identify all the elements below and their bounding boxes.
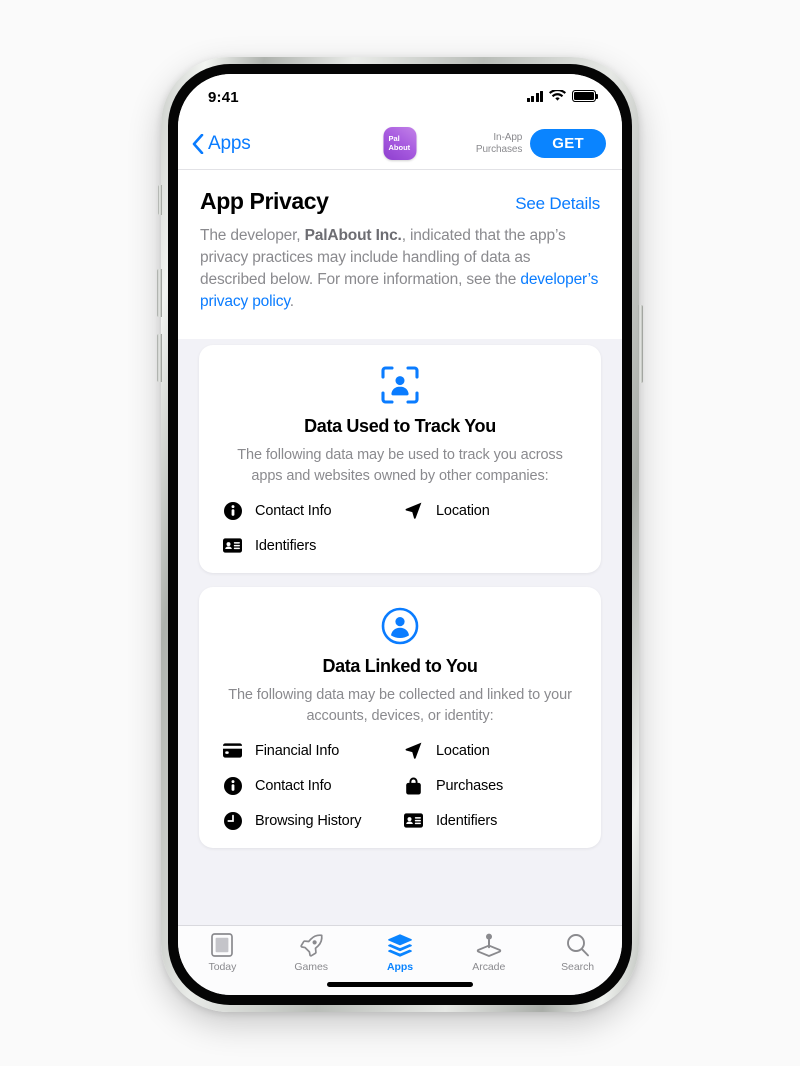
phone-frame: 9:41 Apps Pal About In-App Purchases GET… <box>157 57 643 1012</box>
search-icon <box>566 932 590 958</box>
today-document-icon <box>211 932 234 958</box>
data-item: Financial Info <box>223 741 404 760</box>
status-time: 9:41 <box>208 88 239 106</box>
data-item: Identifiers <box>223 536 404 555</box>
card-title: Data Linked to You <box>322 656 478 676</box>
info-circle-icon <box>223 501 242 520</box>
shopping-bag-icon <box>404 776 423 795</box>
tab-label: Search <box>561 961 595 973</box>
get-button[interactable]: GET <box>530 129 606 158</box>
battery-fill <box>574 92 594 100</box>
tab-games[interactable]: Games <box>267 932 356 973</box>
nav-right-group: In-App Purchases GET <box>476 129 606 158</box>
page-title: App Privacy <box>200 188 329 214</box>
status-bar: 9:41 <box>178 74 622 118</box>
data-item: Location <box>404 741 585 760</box>
data-item-label: Location <box>436 742 490 759</box>
card-items: Financial Info Location Contact Info Pur… <box>199 741 601 830</box>
card-subtitle: The following data may be collected and … <box>228 687 572 724</box>
id-card-icon <box>404 811 423 830</box>
privacy-header: App Privacy See Details <box>178 170 622 215</box>
data-item: Location <box>404 501 585 520</box>
content-inner: App Privacy See Details The developer, P… <box>178 170 622 339</box>
privacy-description: The developer, PalAbout Inc., indicated … <box>178 215 622 329</box>
in-app-purchases-label: In-App Purchases <box>476 132 522 155</box>
volume-down-button[interactable] <box>157 334 162 382</box>
phone-screen: 9:41 Apps Pal About In-App Purchases GET… <box>178 74 622 995</box>
person-circle-icon <box>199 607 601 645</box>
card-subtitle: The following data may be used to track … <box>237 447 563 484</box>
data-item-label: Identifiers <box>255 537 317 554</box>
tab-label: Games <box>294 961 328 973</box>
data-item-label: Location <box>436 502 490 519</box>
tab-label: Today <box>208 961 237 973</box>
mute-switch[interactable] <box>158 185 162 215</box>
app-icon-line2: About <box>388 142 411 152</box>
location-arrow-icon <box>404 501 423 520</box>
data-item-label: Contact Info <box>255 502 332 519</box>
data-item: Browsing History <box>223 811 404 830</box>
in-app-purchases-line1: In-App <box>493 132 523 143</box>
see-details-link[interactable]: See Details <box>515 194 600 214</box>
tab-search[interactable]: Search <box>533 932 622 973</box>
power-button[interactable] <box>638 305 643 383</box>
privacy-card-linked: Data Linked to You The following data ma… <box>199 587 601 848</box>
volume-up-button[interactable] <box>157 269 162 317</box>
description-developer: PalAbout Inc. <box>304 227 402 244</box>
id-card-icon <box>223 536 242 555</box>
tab-label: Apps <box>386 961 414 973</box>
back-button-label: Apps <box>208 132 251 154</box>
card-title: Data Used to Track You <box>304 416 496 436</box>
rocket-icon <box>299 932 324 958</box>
location-arrow-icon <box>404 741 423 760</box>
data-item: Identifiers <box>404 811 585 830</box>
tab-label: Arcade <box>472 961 506 973</box>
back-button[interactable]: Apps <box>192 133 251 155</box>
clock-icon <box>223 811 242 830</box>
data-item: Contact Info <box>223 501 404 520</box>
data-item-label: Purchases <box>436 777 504 794</box>
tab-apps[interactable]: Apps <box>356 932 445 973</box>
joystick-icon <box>476 932 502 958</box>
wifi-icon <box>549 90 566 101</box>
tab-arcade[interactable]: Arcade <box>444 932 533 973</box>
data-item-label: Contact Info <box>255 777 332 794</box>
data-item-label: Identifiers <box>436 812 498 829</box>
person-in-viewfinder-icon <box>199 365 601 405</box>
description-part3: . <box>289 293 294 310</box>
status-icons <box>526 90 599 102</box>
privacy-card-track: Data Used to Track You The following dat… <box>199 345 601 573</box>
credit-card-icon <box>223 741 242 760</box>
data-item-label: Browsing History <box>255 812 362 829</box>
data-item-label: Financial Info <box>255 742 340 759</box>
app-icon[interactable]: Pal About <box>383 127 417 160</box>
card-items: Contact Info Location Identifiers <box>199 501 601 555</box>
nav-bar: Apps Pal About In-App Purchases GET <box>178 118 622 170</box>
layers-icon <box>387 932 413 958</box>
content-scroll-area[interactable]: App Privacy See Details The developer, P… <box>178 170 622 925</box>
data-item: Purchases <box>404 776 585 795</box>
signal-bars-icon <box>526 90 543 102</box>
phone-bezel: 9:41 Apps Pal About In-App Purchases GET… <box>157 64 643 1005</box>
cards-area: Data Used to Track You The following dat… <box>178 339 622 848</box>
battery-icon <box>572 90 599 102</box>
in-app-purchases-line2: Purchases <box>475 143 523 155</box>
description-part1: The developer, <box>200 227 305 244</box>
info-circle-icon <box>223 776 242 795</box>
chevron-left-icon <box>192 133 204 154</box>
home-indicator[interactable] <box>327 982 473 987</box>
tab-today[interactable]: Today <box>178 932 267 973</box>
data-item: Contact Info <box>223 776 404 795</box>
